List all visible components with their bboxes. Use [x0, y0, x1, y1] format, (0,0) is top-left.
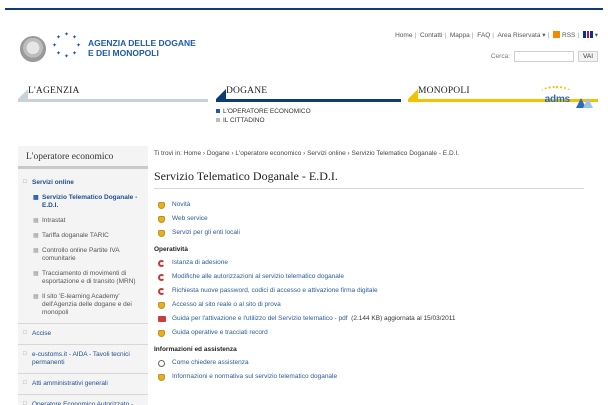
- document-icon: [158, 260, 165, 267]
- sidebar: L'operatore economico Servizi online Ser…: [18, 146, 148, 405]
- nav-agenzia-bar: [18, 99, 208, 102]
- breadcrumb[interactable]: Ti trovi in: Home › Dogane › L'operatore…: [154, 146, 598, 157]
- search-label: Cerca:: [490, 53, 510, 60]
- nav-cittadino[interactable]: IL CITTADINO: [216, 116, 401, 125]
- nav-dogane[interactable]: DOGANE L'OPERATORE ECONOMICO IL CITTADIN…: [216, 86, 401, 125]
- link-istanza[interactable]: Istanza di adesione: [154, 257, 598, 271]
- brand-line-2: E DEI MONOPOLI: [88, 48, 159, 58]
- sidebar-item-atti[interactable]: Atti amministrativi generali: [18, 376, 148, 392]
- sidebar-item-servizi-online[interactable]: Servizi online: [18, 175, 148, 191]
- link-mappa[interactable]: Mappa: [450, 32, 470, 39]
- link-label: Richiesta nuove password, codici di acce…: [172, 287, 378, 294]
- aa-logo-icon[interactable]: [576, 96, 594, 108]
- shield-icon: [158, 202, 165, 209]
- rss-icon[interactable]: [553, 31, 561, 38]
- sidebar-item-aeo[interactable]: Operatore Economico Autorizzato - AEO: [18, 397, 148, 405]
- link-rss[interactable]: RSS: [562, 32, 575, 39]
- main-content: Ti trovi in: Home › Dogane › L'operatore…: [154, 146, 598, 405]
- shield-icon: [158, 216, 165, 223]
- link-home[interactable]: Home: [395, 32, 412, 39]
- section-operativita: Operatività: [154, 246, 188, 253]
- link-guida-operative[interactable]: Guida operative e tracciati record: [154, 327, 598, 341]
- link-label: Istanza di adesione: [172, 259, 229, 266]
- nav-dogane-title: DOGANE: [216, 86, 401, 99]
- link-assistenza[interactable]: Come chiedere assistenza: [154, 357, 598, 371]
- page-title: Servizio Telematico Doganale - E.D.I.: [154, 169, 338, 183]
- sidebar-item-e-customs[interactable]: e-customs.it - AIDA - Tavoli tecnici per…: [18, 347, 148, 371]
- stars-logo-icon[interactable]: ✦ ✦ ✦ ✦ ✦ ✦ ✦ ✦: [52, 32, 82, 62]
- link-label: Modifiche alle autorizzazioni al servizi…: [172, 273, 344, 280]
- adm-logo[interactable]: adms: [540, 86, 571, 105]
- link-modifiche[interactable]: Modifiche alle autorizzazioni al servizi…: [154, 271, 598, 285]
- nav-dogane-submenu: L'OPERATORE ECONOMICO IL CITTADINO: [216, 107, 401, 125]
- link-label: Servizi per gli enti locali: [172, 229, 240, 236]
- nav-agenzia[interactable]: L'AGENZIA: [18, 86, 208, 102]
- sidebar-subitem-elearning[interactable]: Il sito 'E-learning Academy' dell'Agenzi…: [18, 290, 148, 321]
- search-input[interactable]: [514, 51, 574, 62]
- sidebar-subitem-intrastat[interactable]: Intrastat: [18, 214, 148, 229]
- sidebar-subitem-edi[interactable]: Servizio Telematico Doganale - E.D.I.: [18, 191, 148, 214]
- uk-flag-icon[interactable]: [582, 31, 593, 38]
- title-rule: [154, 188, 584, 189]
- link-label: Accesso al sito reale o al sito di prova: [172, 301, 281, 308]
- nav-monopoli[interactable]: MONOPOLI adms: [408, 86, 598, 108]
- link-label: Novità: [172, 201, 191, 208]
- link-contatti[interactable]: Contatti: [420, 32, 442, 39]
- link-normativa[interactable]: Informazioni e normativa sul servizio te…: [154, 371, 598, 385]
- link-accesso-sito[interactable]: Accesso al sito reale o al sito di prova: [154, 299, 598, 313]
- pdf-meta: (2.144 KB) aggiornata al 15/03/2011: [351, 315, 456, 322]
- language-dropdown[interactable]: ▾: [595, 32, 598, 39]
- nav-dogane-bar: [216, 99, 401, 102]
- link-guida-pdf[interactable]: Guida per l'attivazione e l'utilizzo del…: [154, 313, 598, 327]
- search-area: Cerca: VAI: [491, 51, 598, 62]
- brand-line-1: AGENZIA DELLE DOGANE: [88, 38, 196, 48]
- link-password[interactable]: Richiesta nuove password, codici di acce…: [154, 285, 598, 299]
- sidebar-item-accise[interactable]: Accise: [18, 326, 148, 342]
- top-bar: [0, 0, 608, 14]
- search-button[interactable]: VAI: [578, 51, 598, 62]
- link-area-riservata[interactable]: Area Riservata ▾: [497, 32, 545, 39]
- nav-agenzia-title: L'AGENZIA: [18, 86, 208, 99]
- section-informazioni: Informazioni ed assistenza: [154, 346, 237, 353]
- sidebar-subitem-taric[interactable]: Tariffa doganale TARIC: [18, 229, 148, 244]
- adm-arc-icon: [540, 86, 571, 98]
- document-icon: [158, 288, 165, 295]
- sidebar-subitem-partite-iva[interactable]: Controllo online Partite IVA comunitarie: [18, 244, 148, 267]
- shield-icon: [158, 302, 165, 309]
- info-icon: [158, 360, 165, 367]
- top-rule: [5, 8, 603, 10]
- link-faq[interactable]: FAQ: [477, 32, 490, 39]
- shield-icon: [158, 330, 165, 337]
- link-label: Come chiedere assistenza: [172, 359, 249, 366]
- site-header: ✦ ✦ ✦ ✦ ✦ ✦ ✦ ✦ AGENZIA DELLE DOGANE E DEI MO…: [18, 24, 598, 74]
- nav-operatore-economico[interactable]: L'OPERATORE ECONOMICO: [216, 107, 401, 116]
- document-icon: [158, 274, 165, 281]
- pdf-icon: [158, 316, 166, 322]
- shield-icon: [158, 230, 165, 237]
- utility-links: Home | Contatti | Mappa | FAQ | Area Riserva…: [395, 31, 598, 39]
- link-web-service[interactable]: Web service: [154, 213, 598, 227]
- link-label: Guida per l'attivazione e l'utilizzo del…: [172, 315, 348, 322]
- shield-icon: [158, 374, 165, 381]
- content-list: Novità Web service Servizi per gli enti …: [154, 199, 598, 385]
- republic-emblem-icon: [20, 36, 46, 62]
- sidebar-title: L'operatore economico: [26, 152, 114, 162]
- link-enti-locali[interactable]: Servizi per gli enti locali: [154, 227, 598, 241]
- agency-brand[interactable]: AGENZIA DELLE DOGANE E DEI MONOPOLI: [88, 38, 196, 58]
- link-label: Web service: [172, 215, 208, 222]
- link-label: Informazioni e normativa sul servizio te…: [172, 373, 338, 380]
- link-novita[interactable]: Novità: [154, 199, 598, 213]
- sidebar-subitem-mrn[interactable]: Tracciamento di movimenti di esportazion…: [18, 267, 148, 290]
- main-navigation: L'AGENZIA DOGANE L'OPERATORE ECONOMICO I…: [18, 86, 598, 134]
- link-label: Guida operative e tracciati record: [172, 329, 268, 336]
